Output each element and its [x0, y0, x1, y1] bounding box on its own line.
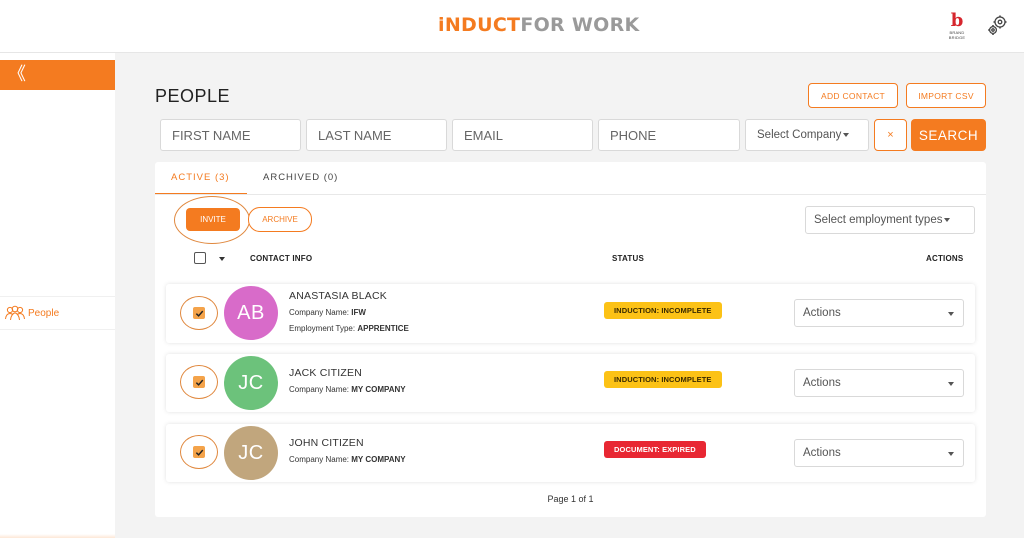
tabs-divider [155, 194, 986, 195]
company-label: Company Name: [289, 455, 352, 464]
employment-value: APPRENTICE [357, 324, 409, 333]
table-row[interactable]: AB ANASTASIA BLACK Company Name: IFW Emp… [166, 284, 975, 343]
company-line: Company Name: MY COMPANY [289, 385, 406, 394]
row-checkbox[interactable] [193, 446, 205, 458]
status-badge: INDUCTION: INCOMPLETE [604, 371, 722, 388]
row-actions-label: Actions [803, 307, 841, 319]
archive-button[interactable]: ARCHIVE [248, 207, 312, 232]
sidebar-item-people[interactable]: People [0, 296, 115, 330]
brand-logo[interactable]: b BRAND BRIDGE [944, 10, 970, 41]
clear-filters-button[interactable]: × [874, 119, 907, 151]
import-csv-button[interactable]: IMPORT CSV [906, 83, 986, 108]
sidebar-item-label: People [28, 307, 60, 319]
contact-name: JOHN CITIZEN [289, 437, 364, 449]
brand-text: BRAND BRIDGE [948, 30, 966, 40]
sidebar-footer-strip [0, 534, 115, 538]
status-badge: DOCUMENT: EXPIRED [604, 441, 706, 458]
employment-type-select[interactable]: Select employment types [805, 206, 975, 234]
first-name-input[interactable] [160, 119, 301, 151]
company-value: MY COMPANY [351, 455, 406, 464]
contact-name: ANASTASIA BLACK [289, 290, 387, 302]
caret-down-icon [843, 132, 850, 137]
contact-name: JACK CITIZEN [289, 367, 362, 379]
brand-mark: b [950, 10, 964, 31]
employment-label: Employment Type: [289, 324, 358, 333]
company-label: Company Name: [289, 385, 352, 394]
status-badge: INDUCTION: INCOMPLETE [604, 302, 722, 319]
column-header-status: STATUS [612, 254, 645, 263]
company-select[interactable]: Select Company [745, 119, 869, 151]
company-line: Company Name: MY COMPANY [289, 455, 406, 464]
sidebar: 《 People [0, 53, 115, 538]
tab-active[interactable]: ACTIVE (3) [171, 172, 230, 183]
select-all-checkbox[interactable] [194, 252, 206, 264]
select-options-caret-icon[interactable] [219, 257, 225, 261]
employment-type-select-value: Select employment types [814, 214, 943, 226]
top-bar: iNDUCTFOR WORK b BRAND BRIDGE [0, 0, 1024, 53]
add-contact-button[interactable]: ADD CONTACT [808, 83, 898, 108]
company-value: MY COMPANY [351, 385, 406, 394]
table-row[interactable]: JC JACK CITIZEN Company Name: MY COMPANY… [166, 354, 975, 412]
company-line: Company Name: IFW [289, 308, 366, 317]
people-panel: ACTIVE (3) ARCHIVED (0) INVITE ARCHIVE S… [155, 162, 986, 517]
company-select-value: Select Company [757, 129, 842, 141]
caret-down-icon [948, 452, 954, 456]
email-input[interactable] [452, 119, 593, 151]
page-title: PEOPLE [155, 86, 231, 106]
checkmark-icon [195, 449, 203, 456]
row-checkbox[interactable] [193, 376, 205, 388]
people-icon [5, 305, 25, 321]
caret-down-icon [944, 217, 951, 222]
caret-down-icon [948, 382, 954, 386]
phone-input[interactable] [598, 119, 740, 151]
row-actions-label: Actions [803, 377, 841, 389]
logo-part-1: iNDUCT [438, 14, 521, 36]
row-actions-label: Actions [803, 447, 841, 459]
sidebar-collapse-button[interactable]: 《 [0, 60, 115, 90]
row-actions-select[interactable]: Actions [794, 439, 964, 467]
settings-gear-icon[interactable] [986, 13, 1010, 37]
avatar: AB [224, 286, 278, 340]
checkmark-icon [195, 310, 203, 317]
column-header-contact-info: CONTACT INFO [250, 254, 313, 263]
pagination-text: Page 1 of 1 [547, 494, 594, 504]
avatar: JC [224, 356, 278, 410]
tab-archived[interactable]: ARCHIVED (0) [263, 172, 338, 183]
row-checkbox[interactable] [193, 307, 205, 319]
chevron-double-left-icon: 《 [8, 64, 26, 84]
caret-down-icon [948, 312, 954, 316]
logo-part-2: FOR WORK [520, 14, 640, 36]
employment-line: Employment Type: APPRENTICE [289, 324, 409, 333]
search-button[interactable]: SEARCH [911, 119, 986, 151]
avatar: JC [224, 426, 278, 480]
company-value: IFW [351, 308, 366, 317]
table-row[interactable]: JC JOHN CITIZEN Company Name: MY COMPANY… [166, 424, 975, 482]
last-name-input[interactable] [306, 119, 447, 151]
invite-button[interactable]: INVITE [186, 208, 240, 231]
row-actions-select[interactable]: Actions [794, 299, 964, 327]
company-label: Company Name: [289, 308, 352, 317]
column-header-actions: ACTIONS [926, 254, 964, 263]
app-logo[interactable]: iNDUCTFOR WORK [438, 14, 640, 36]
row-actions-select[interactable]: Actions [794, 369, 964, 397]
checkmark-icon [195, 379, 203, 386]
